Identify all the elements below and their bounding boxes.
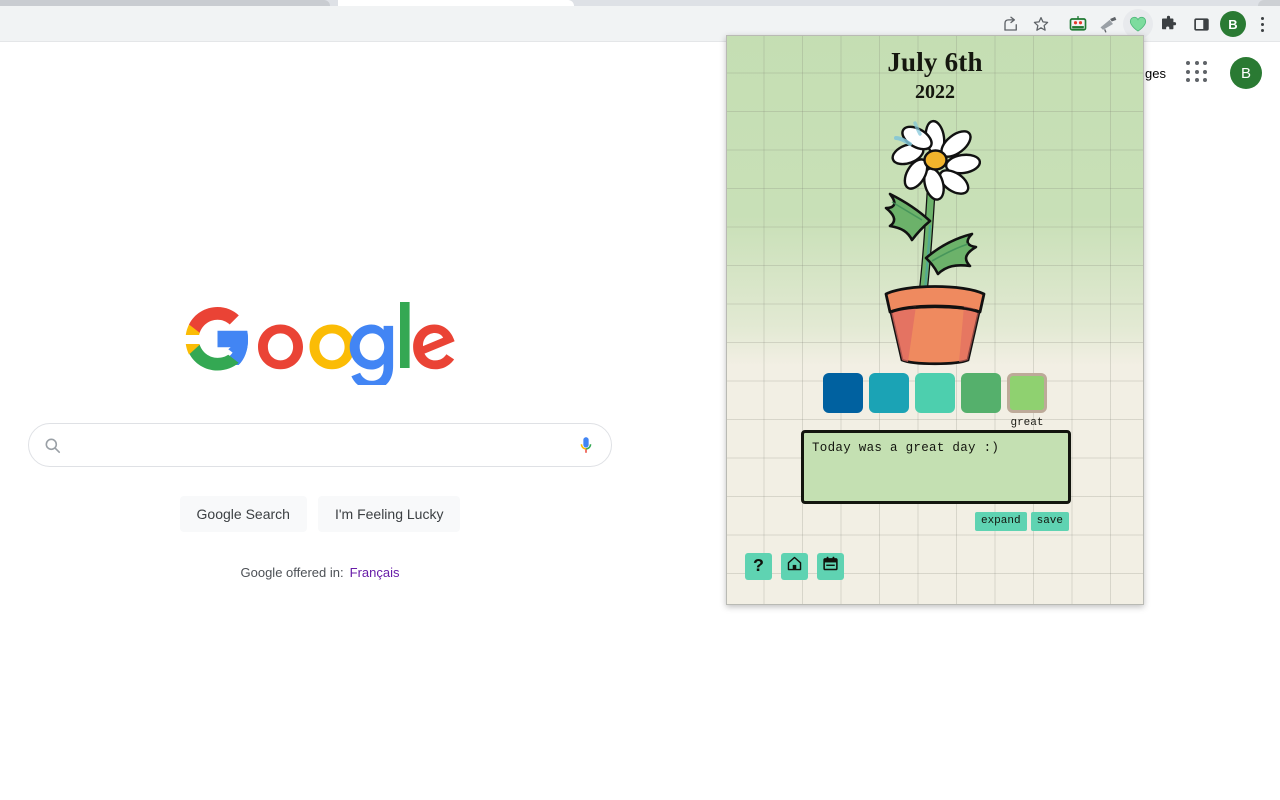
- mood-swatch-wrap: [823, 373, 863, 429]
- google-search-button[interactable]: Google Search: [179, 496, 307, 532]
- search-input[interactable]: [75, 435, 575, 455]
- daisy-in-pot-illustration: [860, 116, 1010, 371]
- mood-swatch-wrap: [961, 373, 1001, 429]
- google-main-column: Google Search I'm Feeling Lucky Google o…: [0, 43, 640, 580]
- help-button[interactable]: ?: [745, 553, 772, 580]
- browser-menu-icon[interactable]: [1250, 9, 1274, 39]
- mood-swatch-1[interactable]: [823, 373, 863, 413]
- mood-swatch-4[interactable]: [961, 373, 1001, 413]
- mood-swatch-wrap: [869, 373, 909, 429]
- mood-swatch-5[interactable]: [1007, 373, 1047, 413]
- journal-entry-actions: expand save: [974, 512, 1069, 532]
- popup-toolbar: ?: [745, 553, 844, 580]
- home-icon: [786, 555, 803, 578]
- search-buttons: Google Search I'm Feeling Lucky: [179, 496, 461, 532]
- feeling-lucky-button[interactable]: I'm Feeling Lucky: [317, 496, 461, 532]
- mood-swatch-2[interactable]: [869, 373, 909, 413]
- mood-swatch-wrap: [915, 373, 955, 429]
- selected-mood-label: great: [1010, 417, 1044, 429]
- google-apps-icon[interactable]: [1182, 57, 1214, 89]
- popup-year: 2022: [915, 81, 955, 103]
- journal-extension-popup: July 6th 2022 great Today was a great da…: [726, 35, 1144, 605]
- save-button[interactable]: save: [1030, 512, 1069, 532]
- google-logo: [184, 293, 456, 390]
- expand-button[interactable]: expand: [974, 512, 1027, 532]
- question-mark-icon: ?: [753, 556, 764, 577]
- language-link-francais[interactable]: Français: [350, 565, 400, 580]
- mood-color-swatches: great: [727, 373, 1143, 429]
- side-panel-icon[interactable]: [1186, 9, 1216, 39]
- search-bar[interactable]: [28, 423, 612, 467]
- search-icon: [43, 436, 62, 455]
- home-button[interactable]: [781, 553, 808, 580]
- voice-search-icon[interactable]: [575, 434, 597, 456]
- popup-date: July 6th: [887, 47, 983, 77]
- journal-entry-input[interactable]: [801, 430, 1071, 504]
- browser-profile-avatar[interactable]: B: [1220, 11, 1246, 37]
- calendar-icon: [822, 555, 839, 578]
- language-offer: Google offered in: Français: [241, 565, 400, 580]
- google-header: ges B: [1145, 43, 1280, 103]
- google-images-link[interactable]: ges: [1145, 66, 1166, 81]
- language-offer-text: Google offered in:: [240, 565, 344, 580]
- google-account-avatar[interactable]: B: [1230, 57, 1262, 89]
- calendar-button[interactable]: [817, 553, 844, 580]
- puzzle-extensions-icon[interactable]: [1153, 9, 1183, 39]
- mood-swatch-3[interactable]: [915, 373, 955, 413]
- mood-swatch-wrap: great: [1007, 373, 1047, 429]
